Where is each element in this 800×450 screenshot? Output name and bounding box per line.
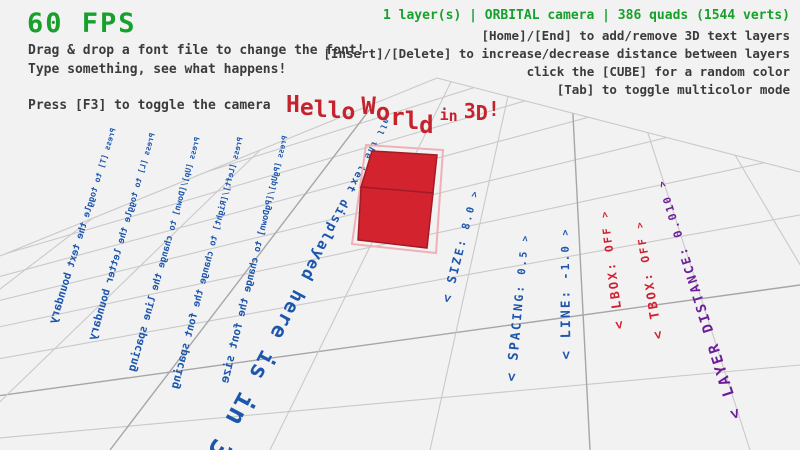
hint-multicolor: [Tab] to toggle multicolor mode	[557, 82, 790, 97]
hint-layers: [Home]/[End] to add/remove 3D text layer…	[481, 28, 790, 43]
hint-drag-drop: Drag & drop a font file to change the fo…	[28, 43, 365, 58]
font-demo-viewport[interactable]: Press [T] to toggle the text boundaryPre…	[0, 0, 800, 450]
hint-type: Type something, see what happens!	[28, 62, 286, 77]
cube-top-face	[361, 151, 437, 193]
hint-camera: Press [F3] to toggle the camera	[28, 98, 271, 113]
render-stats: 1 layer(s) | ORBITAL camera | 386 quads …	[383, 8, 790, 23]
hint-cube-color: click the [CUBE] for a random color	[527, 64, 790, 79]
hint-distance: [Insert]/[Delete] to increase/decrease d…	[323, 46, 790, 61]
cube-front-face	[358, 187, 433, 248]
fps-counter: 60 FPS	[27, 8, 137, 39]
hello-world-3d-text: Hello World in 3D!	[286, 92, 500, 117]
